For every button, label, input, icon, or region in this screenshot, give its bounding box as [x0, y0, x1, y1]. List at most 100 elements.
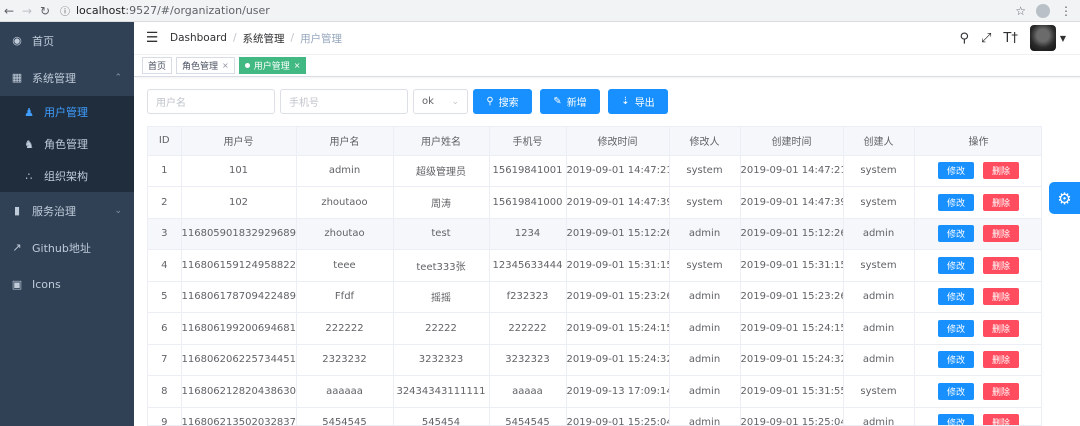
url-host: localhost: [76, 4, 126, 17]
edit-button[interactable]: 修改: [938, 351, 974, 369]
table-cell: admin: [843, 407, 915, 425]
table-cell: 2019-09-01 15:12:26: [740, 218, 844, 250]
profile-icon[interactable]: [1036, 3, 1050, 18]
delete-button[interactable]: 删除: [983, 382, 1019, 400]
search-button[interactable]: ⚲ 搜索: [473, 89, 532, 114]
chrome-menu-icon[interactable]: ⋮: [1060, 4, 1072, 18]
address-bar[interactable]: ⓘ localhost:9527/#/organization/user: [60, 3, 995, 19]
delete-button[interactable]: 删除: [983, 351, 1019, 369]
table-row[interactable]: 3 1168059018329296898 zhoutao test 1234 2019-…: [148, 218, 1041, 250]
sidebar-item-users[interactable]: ♟ 用户管理: [0, 96, 134, 128]
breadcrumb-dashboard[interactable]: Dashboard: [170, 32, 227, 44]
table-row[interactable]: 6 1168061992006946818 222222 22222 222222 201…: [148, 312, 1041, 345]
chevron-down-icon: ⌄: [451, 96, 459, 107]
breadcrumb-system[interactable]: 系统管理: [243, 31, 285, 46]
edit-button[interactable]: 修改: [938, 382, 974, 400]
table-row[interactable]: 9 1168062135020328371 5454545 545454 5454545…: [148, 407, 1041, 425]
export-button[interactable]: ⇣ 导出: [608, 89, 668, 114]
delete-button[interactable]: 删除: [983, 288, 1019, 306]
phone-placeholder: 手机号: [289, 98, 319, 109]
url-path: :9527/#/organization/user: [125, 4, 270, 17]
search-icon[interactable]: ⚲: [959, 31, 969, 46]
delete-button[interactable]: 删除: [983, 256, 1019, 274]
table-cell: 1168059018329296898: [181, 218, 297, 250]
table-row[interactable]: 5 1168061787094224897 Ffdf 摇摇 f232323 2019-09…: [148, 281, 1041, 313]
reload-icon[interactable]: ↻: [36, 4, 54, 18]
table-cell: Ffdf: [296, 281, 394, 313]
sidebar-item-organization[interactable]: ∴ 组织架构: [0, 160, 134, 192]
avatar[interactable]: [1029, 25, 1056, 51]
role-icon: ♞: [24, 137, 34, 151]
table-cell: 7: [148, 344, 182, 376]
delete-button[interactable]: 删除: [983, 225, 1019, 243]
table-cell: 5454545: [296, 407, 394, 425]
icons-icon: ▣: [11, 278, 23, 291]
fullscreen-icon[interactable]: ⤢: [981, 31, 991, 46]
close-icon[interactable]: ×: [222, 61, 229, 70]
sidebar-item-home[interactable]: ◉ 首页: [0, 22, 134, 59]
sidebar-item-roles[interactable]: ♞ 角色管理: [0, 128, 134, 160]
back-icon[interactable]: ←: [0, 4, 18, 18]
table-cell: 32434343111111: [393, 375, 490, 408]
caret-down-icon[interactable]: ▼: [1060, 34, 1066, 43]
table-cell: admin: [843, 344, 915, 376]
sidebar-item-github[interactable]: ↗ Github地址: [0, 229, 134, 266]
sidebar-item-label: Github地址: [32, 241, 91, 255]
download-icon: ⇣: [621, 96, 630, 107]
edit-button[interactable]: 修改: [938, 256, 974, 274]
table-cell: 2019-09-01 14:47:21: [740, 155, 844, 187]
table-cell: 超级管理员: [393, 155, 490, 187]
edit-button[interactable]: 修改: [938, 193, 974, 211]
table-cell: 3232323: [489, 344, 567, 376]
table-row[interactable]: 1 101 admin 超级管理员 15619841001 2019-09-01 14:4…: [148, 155, 1041, 187]
info-icon[interactable]: ⓘ: [60, 3, 70, 18]
sidebar-item-label: 服务治理: [32, 204, 76, 218]
column-header: 用户姓名: [393, 127, 490, 156]
delete-button[interactable]: 删除: [983, 319, 1019, 337]
table-row[interactable]: 8 1168062128204386305 aaaaaa 32434343111111…: [148, 375, 1041, 408]
status-select[interactable]: ok ⌄: [413, 89, 468, 114]
phone-input[interactable]: 手机号: [280, 89, 408, 114]
table-cell: system: [843, 155, 915, 187]
table-cell: 1168062135020328371: [181, 407, 297, 425]
table-cell: admin: [843, 281, 915, 313]
column-header: 修改人: [669, 127, 741, 156]
settings-gear-icon[interactable]: ⚙: [1049, 182, 1080, 214]
table-row[interactable]: 7 1168062062257344513 2323232 3232323 323232…: [148, 344, 1041, 376]
delete-button[interactable]: 删除: [983, 162, 1019, 180]
table-cell: admin: [296, 155, 394, 187]
table-row[interactable]: 4 1168061591249588226 teee teet333张 12345633…: [148, 249, 1041, 282]
delete-button[interactable]: 删除: [983, 193, 1019, 211]
actions-cell: 修改 删除: [914, 281, 1041, 313]
actions-cell: 修改 删除: [914, 249, 1041, 282]
table-cell: 1168061787094224897: [181, 281, 297, 313]
add-button[interactable]: ✎ 新增: [540, 89, 600, 114]
table-cell: system: [669, 155, 741, 187]
tag-users[interactable]: 用户管理 ×: [238, 57, 307, 74]
close-icon[interactable]: ×: [294, 61, 301, 70]
table-row[interactable]: 2 102 zhoutaoo 周涛 15619841000 2019-09-01 14:4…: [148, 186, 1041, 219]
table-cell: 1168062062257344513: [181, 344, 297, 376]
table-cell: 4: [148, 249, 182, 282]
bookmark-star-icon[interactable]: ☆: [1015, 4, 1026, 18]
sidebar-item-label: 角色管理: [44, 138, 88, 151]
tag-roles[interactable]: 角色管理 ×: [176, 57, 235, 74]
edit-button[interactable]: 修改: [938, 319, 974, 337]
hamburger-icon[interactable]: ☰: [134, 30, 170, 46]
text-size-icon[interactable]: T†: [1003, 31, 1017, 46]
edit-button[interactable]: 修改: [938, 288, 974, 306]
actions-cell: 修改 删除: [914, 344, 1041, 376]
edit-button[interactable]: 修改: [938, 414, 974, 425]
sidebar-item-service[interactable]: ▮ 服务治理 ⌄: [0, 192, 134, 229]
table-cell: 2019-09-01 14:47:21: [566, 155, 670, 187]
delete-button[interactable]: 删除: [983, 414, 1019, 425]
table-cell: 2019-09-01 15:24:32: [566, 344, 670, 376]
edit-icon: ✎: [553, 96, 562, 107]
sidebar-item-system[interactable]: ▦ 系统管理 ⌃: [0, 59, 134, 96]
edit-button[interactable]: 修改: [938, 225, 974, 243]
username-input[interactable]: 用户名: [147, 89, 275, 114]
sidebar-item-icons[interactable]: ▣ Icons: [0, 266, 134, 303]
forward-icon[interactable]: →: [18, 4, 36, 18]
edit-button[interactable]: 修改: [938, 162, 974, 180]
tag-home[interactable]: 首页: [142, 57, 173, 74]
